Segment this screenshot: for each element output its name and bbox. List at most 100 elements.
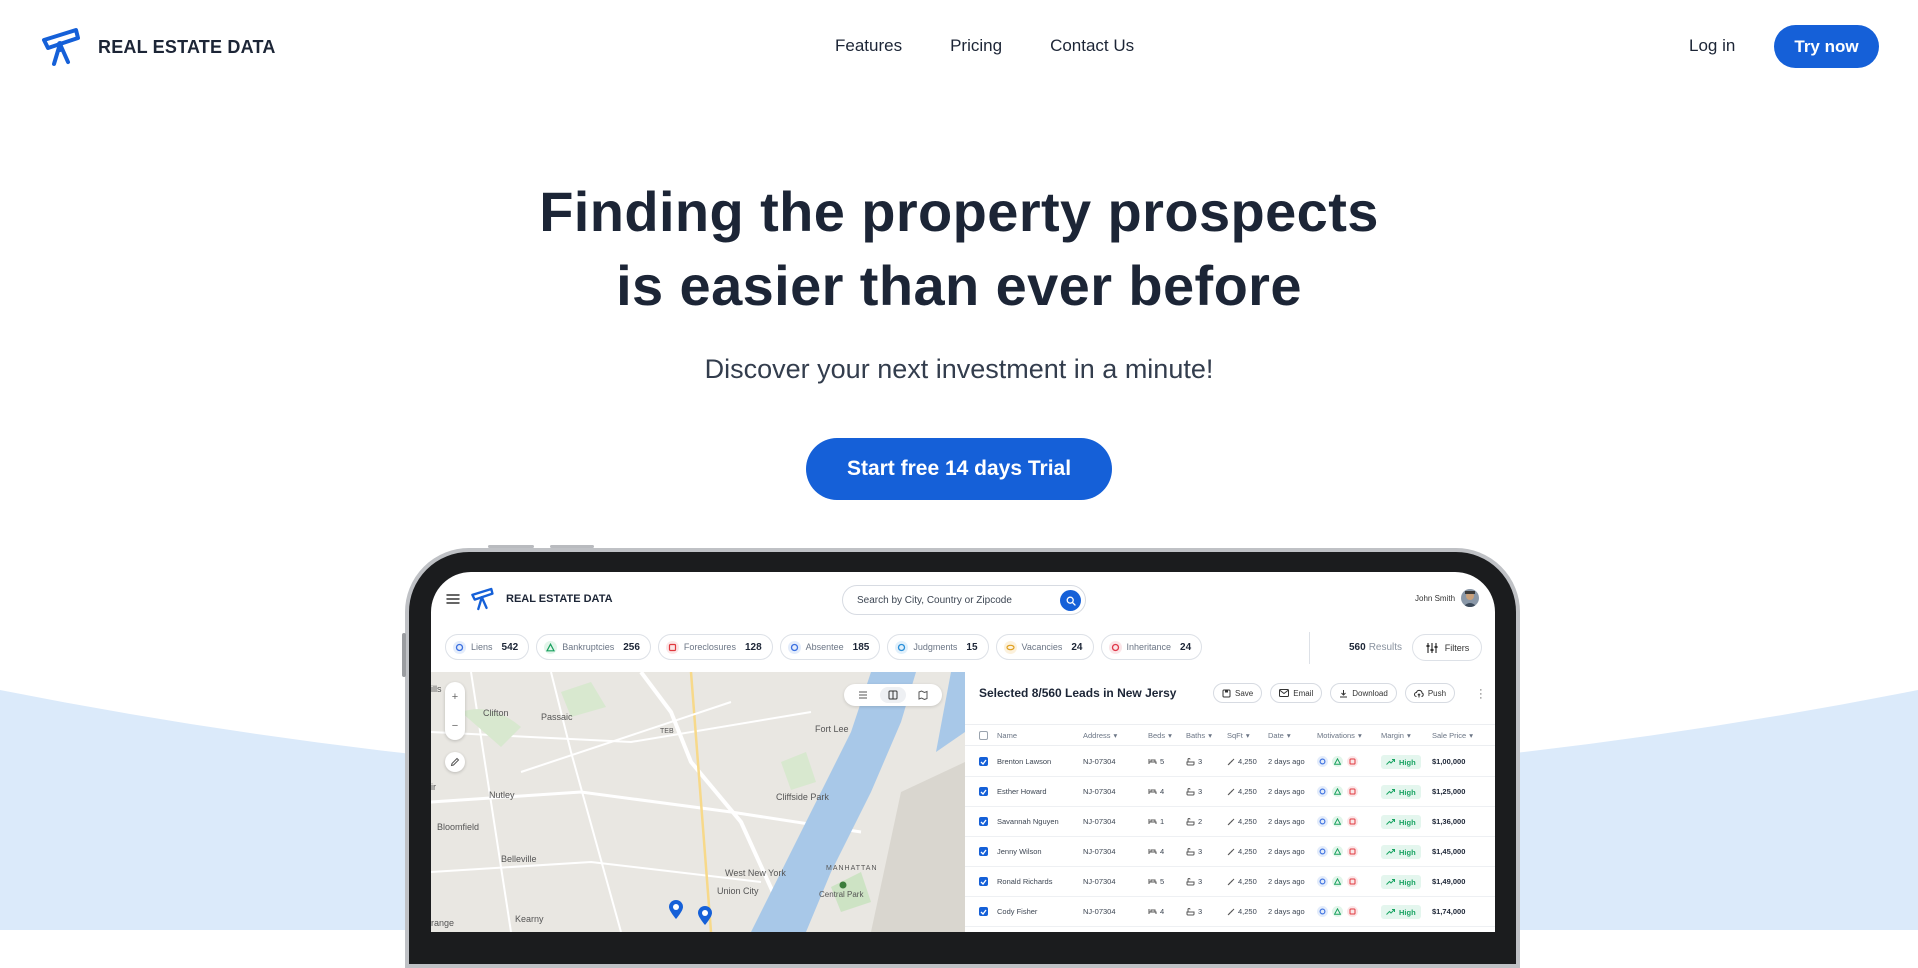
divider <box>1309 632 1310 664</box>
chip-count: 542 <box>501 641 519 653</box>
circle-icon <box>1317 876 1328 887</box>
row-checkbox[interactable] <box>979 817 988 826</box>
map-view-icon[interactable] <box>910 687 936 703</box>
table-row[interactable]: Jenny Wilson NJ-07304 4 3 4,250 2 days ago Hig… <box>965 837 1495 867</box>
hamburger-menu-icon[interactable] <box>446 593 460 605</box>
filters-button[interactable]: Filters <box>1412 634 1482 661</box>
margin-label: High <box>1399 877 1416 887</box>
column-header-date[interactable]: Date ▾ <box>1268 731 1291 740</box>
column-header-sqft[interactable]: SqFt ▾ <box>1227 731 1250 740</box>
nav-contact-link[interactable]: Contact Us <box>1050 36 1134 56</box>
chip-liens[interactable]: Liens 542 <box>445 634 530 660</box>
lead-beds: 4 <box>1160 847 1165 856</box>
save-button[interactable]: Save <box>1213 683 1263 703</box>
more-options-icon[interactable]: · · · <box>1479 685 1483 704</box>
pencil-icon <box>450 757 460 767</box>
chip-bankruptcies[interactable]: Bankruptcies 256 <box>536 634 651 660</box>
lead-date: 2 days ago <box>1268 907 1305 916</box>
row-checkbox[interactable] <box>979 847 988 856</box>
lead-name[interactable]: Brenton Lawson <box>997 757 1051 766</box>
split-view-icon[interactable] <box>880 687 906 703</box>
download-label: Download <box>1352 688 1388 698</box>
try-now-button[interactable]: Try now <box>1774 25 1879 68</box>
search-input[interactable]: Search by City, Country or Zipcode <box>842 585 1086 615</box>
bath-icon <box>1186 877 1195 885</box>
user-menu[interactable]: John Smith <box>1415 589 1480 607</box>
ruler-icon <box>1227 758 1235 765</box>
table-row[interactable]: Ronald Richards NJ-07304 5 3 4,250 2 days ago… <box>965 867 1495 897</box>
lead-name[interactable]: Esther Howard <box>997 787 1047 796</box>
zoom-controls: + − <box>445 682 465 740</box>
caret-down-icon: ▾ <box>1113 730 1118 740</box>
zoom-out-icon[interactable]: − <box>452 720 458 732</box>
map-view[interactable]: Clifton Passaic Fort Lee Nutley Cliffsid… <box>431 672 965 932</box>
column-header-margin[interactable]: Margin ▾ <box>1381 731 1411 740</box>
lead-motivations <box>1317 846 1358 857</box>
nav-features-link[interactable]: Features <box>835 36 902 56</box>
column-label: Address <box>1083 730 1111 740</box>
download-button[interactable]: Download <box>1330 683 1397 703</box>
column-header-name[interactable]: Name <box>997 731 1017 740</box>
bath-icon <box>1186 817 1195 825</box>
column-label: Motivations <box>1317 730 1355 740</box>
lead-name[interactable]: Savannah Nguyen <box>997 817 1059 826</box>
map-label: Nutley <box>489 790 515 800</box>
triangle-icon <box>1332 816 1343 827</box>
row-checkbox[interactable] <box>979 757 988 766</box>
lead-baths: 3 <box>1198 787 1203 796</box>
column-header-address[interactable]: Address ▾ <box>1083 731 1117 740</box>
chip-absentee[interactable]: Absentee 185 <box>779 634 881 660</box>
margin-badge: High <box>1381 755 1421 769</box>
draw-button[interactable] <box>445 752 465 772</box>
search-button[interactable] <box>1060 590 1081 611</box>
chip-vacancies[interactable]: Vacancies 24 <box>995 634 1094 660</box>
hero-subtitle: Discover your next investment in a minut… <box>704 354 1214 384</box>
column-header-motivations[interactable]: Motivations ▾ <box>1317 731 1362 740</box>
map-pin-icon[interactable] <box>668 900 684 920</box>
circle-icon <box>1317 846 1328 857</box>
select-all-checkbox[interactable] <box>979 730 988 740</box>
brand-logo[interactable]: REAL ESTATE DATA <box>40 26 276 68</box>
map-roads <box>431 672 965 932</box>
lead-name[interactable]: Ronald Richards <box>997 877 1052 886</box>
email-button[interactable]: Email <box>1270 683 1323 703</box>
table-row[interactable]: Cody Fisher NJ-07304 4 3 4,250 2 days ago High… <box>965 897 1495 927</box>
start-trial-button[interactable]: Start free 14 days Trial <box>806 438 1112 500</box>
lead-name[interactable]: Jenny Wilson <box>997 847 1042 856</box>
map-label: TEB <box>660 728 674 735</box>
lead-sqft: 4,250 <box>1238 787 1257 796</box>
column-header-baths[interactable]: Baths ▾ <box>1186 731 1212 740</box>
zoom-in-icon[interactable]: + <box>452 691 458 703</box>
table-row[interactable]: Brenton Lawson NJ-07304 5 3 4,250 2 days ago H… <box>965 747 1495 777</box>
trending-up-icon <box>1386 819 1395 825</box>
column-header-beds[interactable]: Beds ▾ <box>1148 731 1172 740</box>
margin-label: High <box>1399 907 1416 917</box>
trending-up-icon <box>1386 879 1395 885</box>
lead-address: NJ-07304 <box>1083 817 1116 826</box>
caret-down-icon: ▾ <box>1208 730 1212 740</box>
square-icon <box>665 640 679 654</box>
bed-icon <box>1148 909 1157 914</box>
push-button[interactable]: Push <box>1404 683 1456 703</box>
list-view-icon[interactable] <box>850 687 876 703</box>
lead-name[interactable]: Cody Fisher <box>997 907 1037 916</box>
map-label: Fort Lee <box>815 724 849 734</box>
login-link[interactable]: Log in <box>1689 36 1735 56</box>
column-header-sale-price[interactable]: Sale Price ▾ <box>1432 731 1473 740</box>
leads-title: Selected 8/560 Leads in New Jersy <box>979 686 1177 700</box>
map-pin-icon[interactable] <box>697 906 713 926</box>
nav-pricing-link[interactable]: Pricing <box>950 36 1002 56</box>
chip-judgments[interactable]: Judgments 15 <box>887 634 989 660</box>
table-header: Name Address ▾ Beds ▾ Baths ▾ SqFt ▾ Date ▾ M… <box>965 724 1495 746</box>
row-checkbox[interactable] <box>979 877 988 886</box>
table-row[interactable]: Savannah Nguyen NJ-07304 1 2 4,250 2 days ago… <box>965 807 1495 837</box>
map-label: Clifton <box>483 708 509 718</box>
table-row[interactable]: Esther Howard NJ-07304 4 3 4,250 2 days ago Hi… <box>965 777 1495 807</box>
bed-icon <box>1148 879 1157 884</box>
lead-date: 2 days ago <box>1268 847 1305 856</box>
chip-foreclosures[interactable]: Foreclosures 128 <box>657 634 773 660</box>
lead-address: NJ-07304 <box>1083 877 1116 886</box>
chip-inheritance[interactable]: Inheritance 24 <box>1100 634 1203 660</box>
row-checkbox[interactable] <box>979 787 988 796</box>
row-checkbox[interactable] <box>979 907 988 916</box>
